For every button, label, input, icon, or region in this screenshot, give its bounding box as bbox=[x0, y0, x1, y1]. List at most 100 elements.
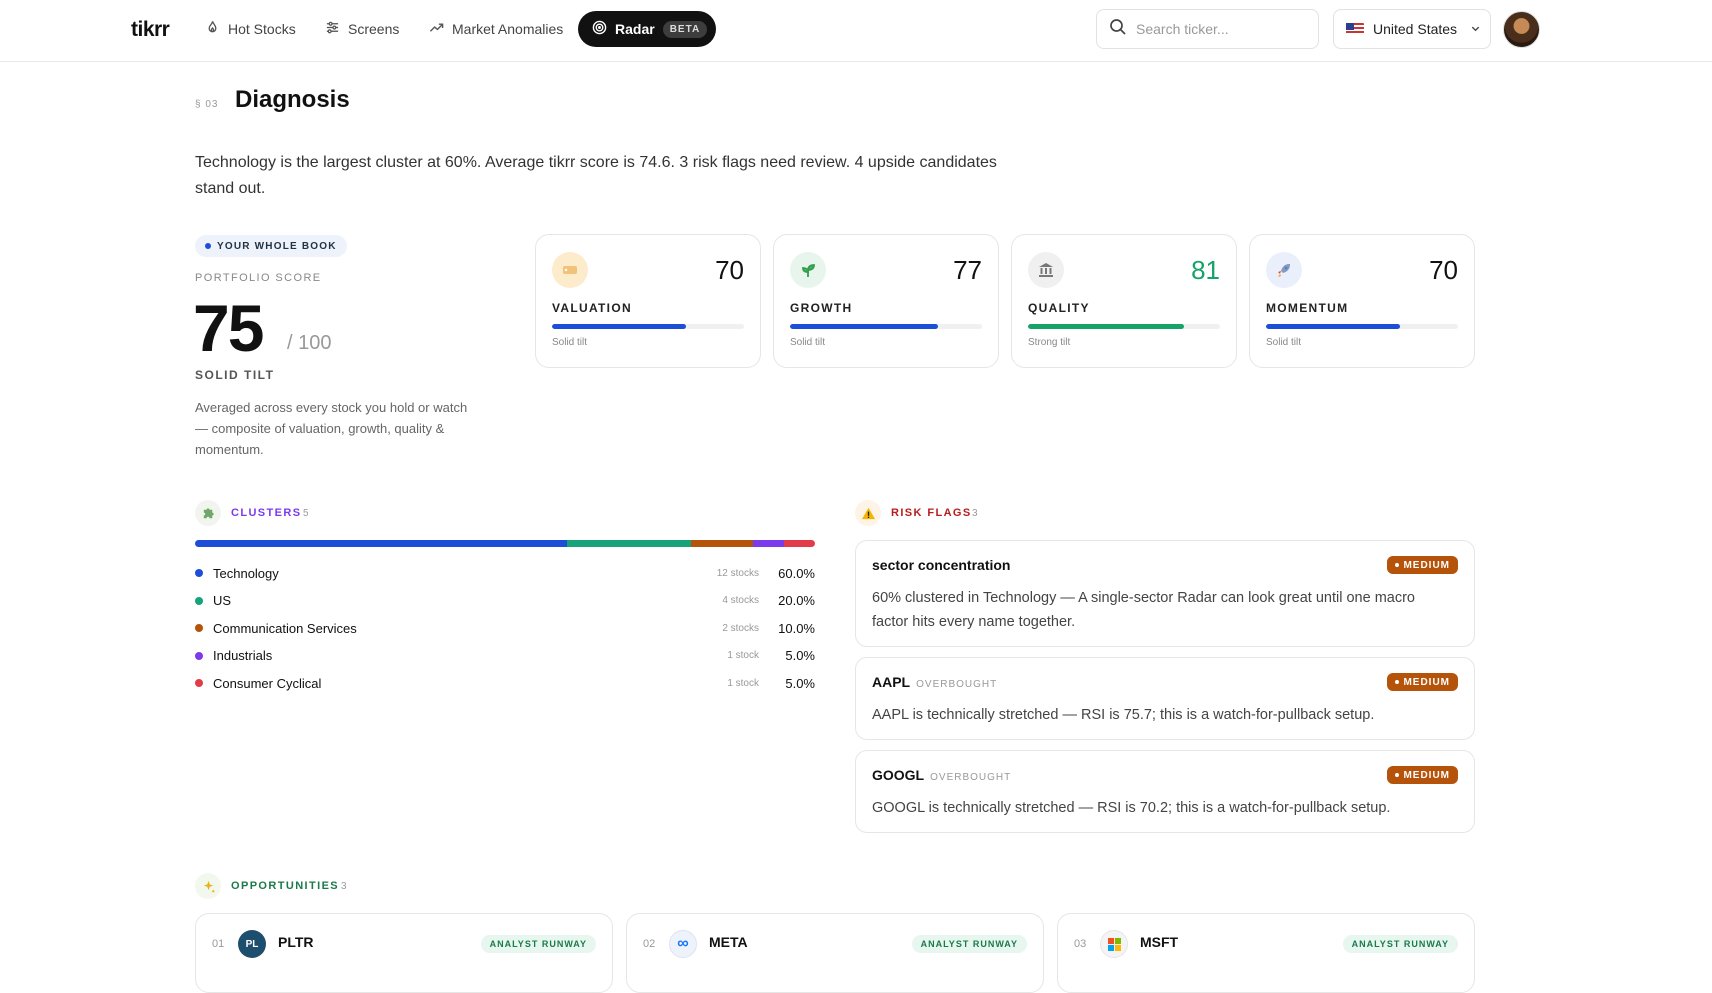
severity-badge: MEDIUM bbox=[1387, 766, 1458, 784]
search-icon bbox=[1109, 18, 1127, 41]
cluster-stock-count: 1 stock bbox=[727, 650, 759, 661]
nav-radar[interactable]: Radar BETA bbox=[578, 11, 716, 47]
nav-screens-label: Screens bbox=[348, 21, 400, 37]
cluster-bar-segment bbox=[753, 540, 784, 547]
severity-badge: MEDIUM bbox=[1387, 556, 1458, 574]
cluster-name: Industrials bbox=[213, 648, 273, 663]
metric-score: 70 bbox=[1429, 255, 1458, 285]
portfolio-score-value: 75 bbox=[193, 291, 264, 365]
cluster-bar-segment bbox=[567, 540, 691, 547]
metric-label: GROWTH bbox=[790, 301, 853, 315]
cluster-name: Consumer Cyclical bbox=[213, 675, 322, 691]
metric-progress-track bbox=[552, 324, 744, 329]
sparkles-icon bbox=[195, 873, 221, 899]
country-label: United States bbox=[1373, 21, 1458, 37]
opportunity-card-pltr[interactable]: 01 PL PLTR ANALYST RUNWAY bbox=[195, 913, 613, 993]
portfolio-score-label: PORTFOLIO SCORE bbox=[195, 272, 322, 284]
cluster-bar-segment bbox=[784, 540, 815, 547]
rocket-icon bbox=[1266, 252, 1302, 288]
chevron-down-icon bbox=[1470, 21, 1481, 37]
cluster-row[interactable]: Consumer Cyclical 1 stock 5.0% bbox=[195, 673, 815, 693]
risk-tag: OVERBOUGHT bbox=[930, 772, 1012, 783]
opportunity-ticker: META bbox=[709, 934, 748, 950]
country-select[interactable]: United States bbox=[1333, 9, 1491, 49]
metric-label: MOMENTUM bbox=[1266, 301, 1349, 315]
risk-card-sector-concentration[interactable]: sector concentration MEDIUM 60% clustere… bbox=[855, 540, 1475, 647]
whole-book-label: YOUR WHOLE BOOK bbox=[217, 240, 337, 252]
cluster-stock-count: 1 stock bbox=[727, 677, 759, 689]
cluster-percent: 5.0% bbox=[785, 675, 815, 691]
metric-progress-fill bbox=[1028, 324, 1184, 329]
metric-label: VALUATION bbox=[552, 301, 632, 315]
metric-progress-track bbox=[1028, 324, 1220, 329]
opportunity-ticker: PLTR bbox=[278, 934, 314, 950]
price-tag-icon bbox=[552, 252, 588, 288]
opportunity-card-meta[interactable]: 02 ∞ META ANALYST RUNWAY bbox=[626, 913, 1044, 993]
beta-badge: BETA bbox=[662, 20, 708, 38]
cluster-row[interactable]: Industrials 1 stock 5.0% bbox=[195, 646, 815, 666]
nav-hot-stocks[interactable]: Hot Stocks bbox=[205, 19, 296, 39]
pill-dot-icon bbox=[205, 243, 211, 249]
whole-book-pill: YOUR WHOLE BOOK bbox=[195, 235, 347, 257]
logo[interactable]: tikrr bbox=[131, 18, 170, 42]
cluster-name: Technology bbox=[213, 565, 279, 581]
cluster-name: Communication Services bbox=[213, 620, 357, 636]
metric-label: QUALITY bbox=[1028, 301, 1090, 315]
metric-tilt: Strong tilt bbox=[1028, 337, 1071, 348]
metric-card-valuation[interactable]: 70 VALUATION Solid tilt bbox=[535, 234, 761, 368]
cluster-row[interactable]: US 4 stocks 20.0% bbox=[195, 591, 815, 611]
opportunities-title: OPPORTUNITIES bbox=[231, 880, 340, 892]
risk-flags-title: RISK FLAGS bbox=[891, 507, 972, 519]
nav-screens[interactable]: Screens bbox=[325, 19, 399, 39]
cluster-color-dot bbox=[195, 569, 203, 577]
nav-market-anomalies-label: Market Anomalies bbox=[452, 21, 564, 37]
risk-title: GOOGL OVERBOUGHT bbox=[872, 767, 1011, 783]
meta-logo-icon: ∞ bbox=[669, 930, 697, 958]
us-flag-icon bbox=[1346, 23, 1364, 35]
warning-icon bbox=[855, 500, 881, 526]
risk-flags-count: 3 bbox=[972, 508, 978, 519]
risk-ticker: GOOGL bbox=[872, 767, 925, 783]
cluster-percent: 60.0% bbox=[778, 565, 815, 581]
nav-market-anomalies[interactable]: Market Anomalies bbox=[429, 19, 563, 39]
cluster-row[interactable]: Communication Services 2 stocks 10.0% bbox=[195, 618, 815, 638]
risk-title: AAPL OVERBOUGHT bbox=[872, 674, 997, 690]
clusters-count: 5 bbox=[303, 508, 309, 519]
opportunities-count: 3 bbox=[341, 881, 347, 892]
opportunity-ticker: MSFT bbox=[1140, 934, 1179, 950]
risk-card-aapl[interactable]: AAPL OVERBOUGHT MEDIUM AAPL is technicall… bbox=[855, 657, 1475, 740]
msft-logo-icon bbox=[1100, 930, 1128, 958]
risk-title-text: sector concentration bbox=[872, 557, 1011, 573]
risk-card-googl[interactable]: GOOGL OVERBOUGHT MEDIUM GOOGL is technica… bbox=[855, 750, 1475, 833]
avatar[interactable] bbox=[1503, 11, 1540, 48]
metric-score: 81 bbox=[1191, 255, 1220, 285]
search-box[interactable] bbox=[1096, 9, 1319, 49]
cluster-stock-count: 2 stocks bbox=[722, 622, 759, 634]
cluster-percent: 10.0% bbox=[778, 620, 815, 636]
metric-progress-fill bbox=[552, 324, 687, 329]
clusters-title: CLUSTERS bbox=[231, 507, 302, 519]
opportunity-tag: ANALYST RUNWAY bbox=[480, 935, 596, 953]
bank-icon bbox=[1028, 252, 1064, 288]
sprout-icon bbox=[790, 252, 826, 288]
cluster-color-dot bbox=[195, 596, 203, 605]
risk-body: GOOGL is technically stretched — RSI is … bbox=[872, 800, 1391, 816]
portfolio-description: Averaged across every stock you hold or … bbox=[195, 400, 468, 457]
section-number: § 03 bbox=[195, 99, 219, 110]
metric-card-growth[interactable]: 77 GROWTH Solid tilt bbox=[773, 234, 999, 368]
metric-card-quality[interactable]: 81 QUALITY Strong tilt bbox=[1011, 234, 1237, 368]
cluster-stock-count: 12 stocks bbox=[716, 567, 759, 579]
opportunity-card-msft[interactable]: 03 MSFT ANALYST RUNWAY bbox=[1057, 913, 1475, 993]
cluster-bar-segment bbox=[195, 540, 567, 547]
flame-icon bbox=[205, 20, 220, 38]
trend-up-icon bbox=[429, 20, 444, 38]
puzzle-icon bbox=[195, 500, 221, 526]
cluster-percent: 5.0% bbox=[785, 648, 815, 663]
opportunity-tag: ANALYST RUNWAY bbox=[1342, 935, 1458, 953]
radar-icon bbox=[592, 20, 607, 38]
cluster-bar-segment bbox=[691, 540, 753, 547]
metric-card-momentum[interactable]: 70 MOMENTUM Solid tilt bbox=[1249, 234, 1475, 368]
cluster-row[interactable]: Technology 12 stocks 60.0% bbox=[195, 563, 815, 583]
portfolio-tilt: SOLID TILT bbox=[195, 368, 275, 382]
search-input[interactable] bbox=[1136, 21, 1306, 37]
